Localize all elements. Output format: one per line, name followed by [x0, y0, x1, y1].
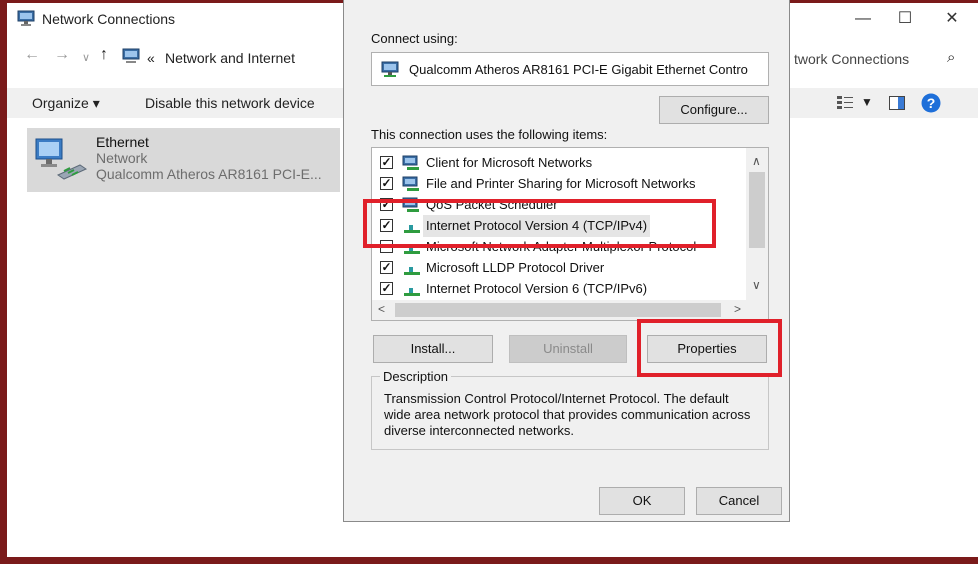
description-label: Description	[380, 369, 452, 384]
network-connections-icon	[17, 10, 35, 26]
change-view-icon[interactable]	[837, 96, 853, 110]
protocol-icon	[404, 288, 420, 296]
ethernet-details: Ethernet Network Qualcomm Atheros AR8161…	[96, 134, 322, 182]
svg-text:?: ?	[927, 95, 936, 111]
close-button[interactable]: ✕	[932, 7, 972, 31]
ok-button[interactable]: OK	[599, 487, 685, 515]
search-input[interactable]: twork Connections	[794, 51, 909, 81]
protocol-icon	[404, 267, 420, 275]
adapter-name: Qualcomm Atheros AR8161 PCI-E Gigabit Et…	[409, 62, 748, 77]
component-checkbox[interactable]: ✓	[380, 156, 393, 169]
recent-chevron-icon[interactable]: ∨	[82, 51, 90, 64]
scroll-right-arrow-icon[interactable]: >	[734, 302, 741, 316]
component-item[interactable]: ✓ Microsoft LLDP Protocol Driver	[380, 257, 746, 279]
disable-device-button[interactable]: Disable this network device	[145, 95, 315, 111]
list-vertical-scrollbar[interactable]: ∧ ∨	[746, 148, 768, 300]
connection-status: Network	[96, 150, 148, 166]
component-checkbox[interactable]: ✓	[380, 177, 393, 190]
connection-name: Ethernet	[96, 134, 149, 150]
install-button[interactable]: Install...	[373, 335, 493, 363]
connection-adapter: Qualcomm Atheros AR8161 PCI-E...	[96, 166, 322, 182]
adapter-icon	[381, 61, 399, 77]
component-item[interactable]: ✓ File and Printer Sharing for Microsoft …	[380, 173, 746, 195]
component-label: Microsoft LLDP Protocol Driver	[426, 260, 605, 275]
vertical-scroll-thumb[interactable]	[749, 172, 765, 248]
scroll-up-arrow-icon[interactable]: ∧	[752, 154, 761, 168]
horizontal-scroll-thumb[interactable]	[395, 303, 721, 317]
network-client-icon	[402, 155, 419, 170]
connect-using-label: Connect using:	[371, 31, 458, 46]
cancel-button[interactable]: Cancel	[696, 487, 782, 515]
component-item[interactable]: ✓ Internet Protocol Version 6 (TCP/IPv6)	[380, 278, 746, 300]
search-icon[interactable]: ⌕	[947, 49, 955, 79]
forward-arrow-icon[interactable]: →	[54, 46, 70, 64]
list-horizontal-scrollbar[interactable]: < >	[372, 300, 768, 320]
items-label: This connection uses the following items…	[371, 127, 608, 142]
up-arrow-icon[interactable]: ↑	[100, 46, 108, 64]
scroll-left-arrow-icon[interactable]: <	[378, 302, 385, 316]
component-label: Internet Protocol Version 6 (TCP/IPv6)	[426, 281, 648, 296]
ipv4-highlight-box	[363, 199, 716, 248]
help-icon[interactable]: ?	[921, 93, 941, 113]
back-arrow-icon[interactable]: ←	[24, 46, 40, 64]
ethernet-properties-dialog: Connect using: Qualcomm Atheros AR8161 P…	[343, 0, 790, 522]
view-dropdown-icon[interactable]: ▼	[861, 95, 873, 109]
window-title: Network Connections	[42, 11, 176, 27]
scroll-down-arrow-icon[interactable]: ∨	[752, 278, 761, 292]
component-item[interactable]: ✓ Client for Microsoft Networks	[380, 152, 746, 174]
address-chevron[interactable]: «	[147, 50, 155, 80]
configure-button[interactable]: Configure...	[659, 96, 769, 124]
component-label: Client for Microsoft Networks	[426, 155, 593, 170]
adapter-field: Qualcomm Atheros AR8161 PCI-E Gigabit Et…	[371, 52, 769, 86]
component-checkbox[interactable]: ✓	[380, 261, 393, 274]
preview-pane-icon[interactable]	[889, 96, 905, 110]
component-checkbox[interactable]: ✓	[380, 282, 393, 295]
maximize-button[interactable]: ☐	[885, 7, 925, 31]
component-label: File and Printer Sharing for Microsoft N…	[426, 176, 696, 191]
description-text: Transmission Control Protocol/Internet P…	[384, 391, 751, 438]
file-sharing-icon	[402, 176, 419, 191]
minimize-button[interactable]: —	[843, 7, 883, 31]
address-path[interactable]: Network and Internet	[165, 50, 295, 80]
ethernet-adapter-icon	[35, 138, 88, 180]
address-location-icon	[122, 48, 140, 63]
properties-highlight-box	[637, 319, 782, 377]
organize-menu[interactable]: Organize ▾	[32, 95, 100, 112]
uninstall-button[interactable]: Uninstall	[509, 335, 627, 363]
